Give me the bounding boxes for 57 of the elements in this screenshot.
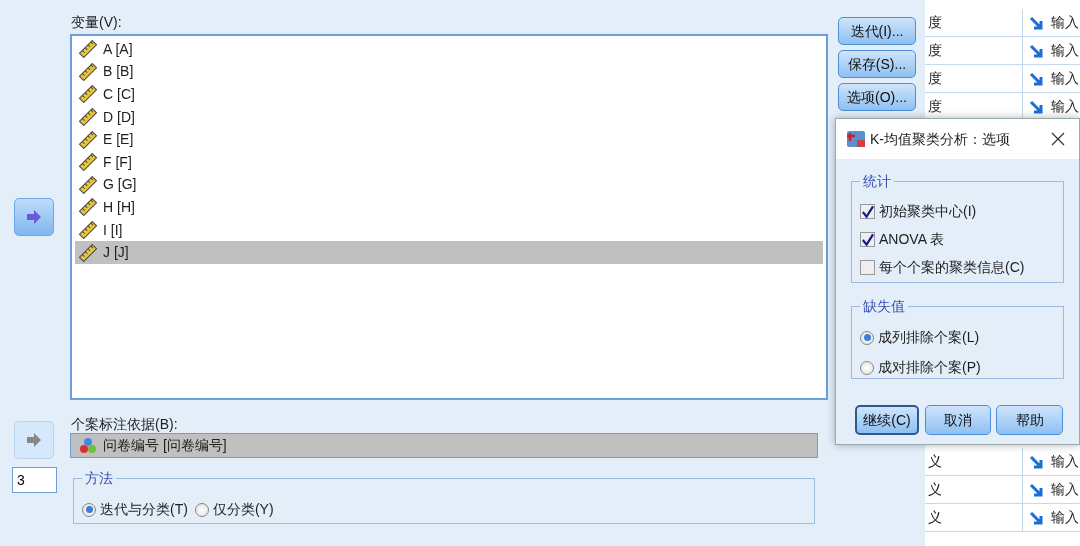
arrow-icon xyxy=(1029,481,1045,498)
app-icon xyxy=(846,129,866,149)
dialog-button[interactable]: 取消 xyxy=(925,405,991,435)
arrow-icon xyxy=(1029,14,1045,31)
list-item[interactable]: E [E] xyxy=(75,128,823,151)
list-item[interactable]: G [G] xyxy=(75,173,823,197)
list-item[interactable]: C [C] xyxy=(75,83,823,106)
arrow-icon xyxy=(24,432,44,448)
cell-text: 输入 xyxy=(1051,452,1079,471)
dialog-title: K-均值聚类分析：选项 xyxy=(870,129,1010,149)
field-label: 个案标注依据(B): xyxy=(71,415,178,434)
radio-button[interactable] xyxy=(860,360,874,375)
checkbox-option[interactable]: ANOVA 表 xyxy=(860,229,1025,250)
cell-text: 输入 xyxy=(1051,97,1079,116)
radio-option[interactable]: 仅分类(Y) xyxy=(194,499,274,520)
radio-option[interactable]: 成列排除个案(L) xyxy=(860,327,981,348)
arrow-icon xyxy=(24,209,44,225)
number-field[interactable]: 3 xyxy=(12,467,57,493)
radio-button[interactable] xyxy=(82,502,96,517)
dialog-button[interactable]: 迭代(I)... xyxy=(838,17,916,45)
list-item[interactable]: F [F] xyxy=(75,150,823,174)
check-icon xyxy=(861,232,874,247)
dialog-button[interactable]: 选项(O)... xyxy=(838,83,916,111)
checkbox[interactable] xyxy=(860,232,875,247)
list-item[interactable]: I [I] xyxy=(75,218,823,242)
cell-text: 输入 xyxy=(1051,69,1079,88)
list-item[interactable]: D [D] xyxy=(75,105,823,129)
checkbox[interactable] xyxy=(860,204,875,219)
field-label: 变量(V): xyxy=(71,13,122,32)
cell-text: 输入 xyxy=(1051,480,1079,499)
radio-button[interactable] xyxy=(194,502,209,517)
arrow-icon xyxy=(1029,98,1045,115)
dialog-button[interactable]: 继续(C) xyxy=(855,405,919,435)
cell-text: 输入 xyxy=(1051,508,1079,527)
list-item[interactable]: B [B] xyxy=(75,60,823,84)
list-item[interactable]: A [A] xyxy=(75,38,823,61)
check-icon xyxy=(861,204,874,219)
arrow-icon xyxy=(1029,509,1045,526)
arrow-icon xyxy=(1029,453,1045,470)
case-label-field[interactable]: 问卷编号 [问卷编号] xyxy=(70,433,818,458)
close-icon[interactable] xyxy=(1051,132,1065,146)
radio-button[interactable] xyxy=(860,330,874,345)
cell-text: 输入 xyxy=(1051,13,1079,32)
list-item[interactable]: H [H] xyxy=(75,196,823,219)
dialog-button[interactable]: 帮助 xyxy=(996,405,1063,435)
checkbox-option[interactable]: 每个个案的聚类信息(C) xyxy=(860,257,1025,278)
checkbox-option[interactable]: 初始聚类中心(I) xyxy=(860,201,1025,222)
arrow-icon xyxy=(1029,70,1045,87)
radio-option[interactable]: 成对排除个案(P) xyxy=(860,357,981,378)
radio-option[interactable]: 迭代与分类(T) xyxy=(82,499,188,520)
arrow-icon xyxy=(1029,42,1045,59)
move-button[interactable] xyxy=(14,198,54,236)
cell-text: 输入 xyxy=(1051,41,1079,60)
dialog-button[interactable]: 保存(S)... xyxy=(838,50,916,78)
nominal-variable-icon xyxy=(79,437,97,454)
checkbox[interactable] xyxy=(860,260,875,275)
list-item[interactable]: J [J] xyxy=(75,241,823,264)
